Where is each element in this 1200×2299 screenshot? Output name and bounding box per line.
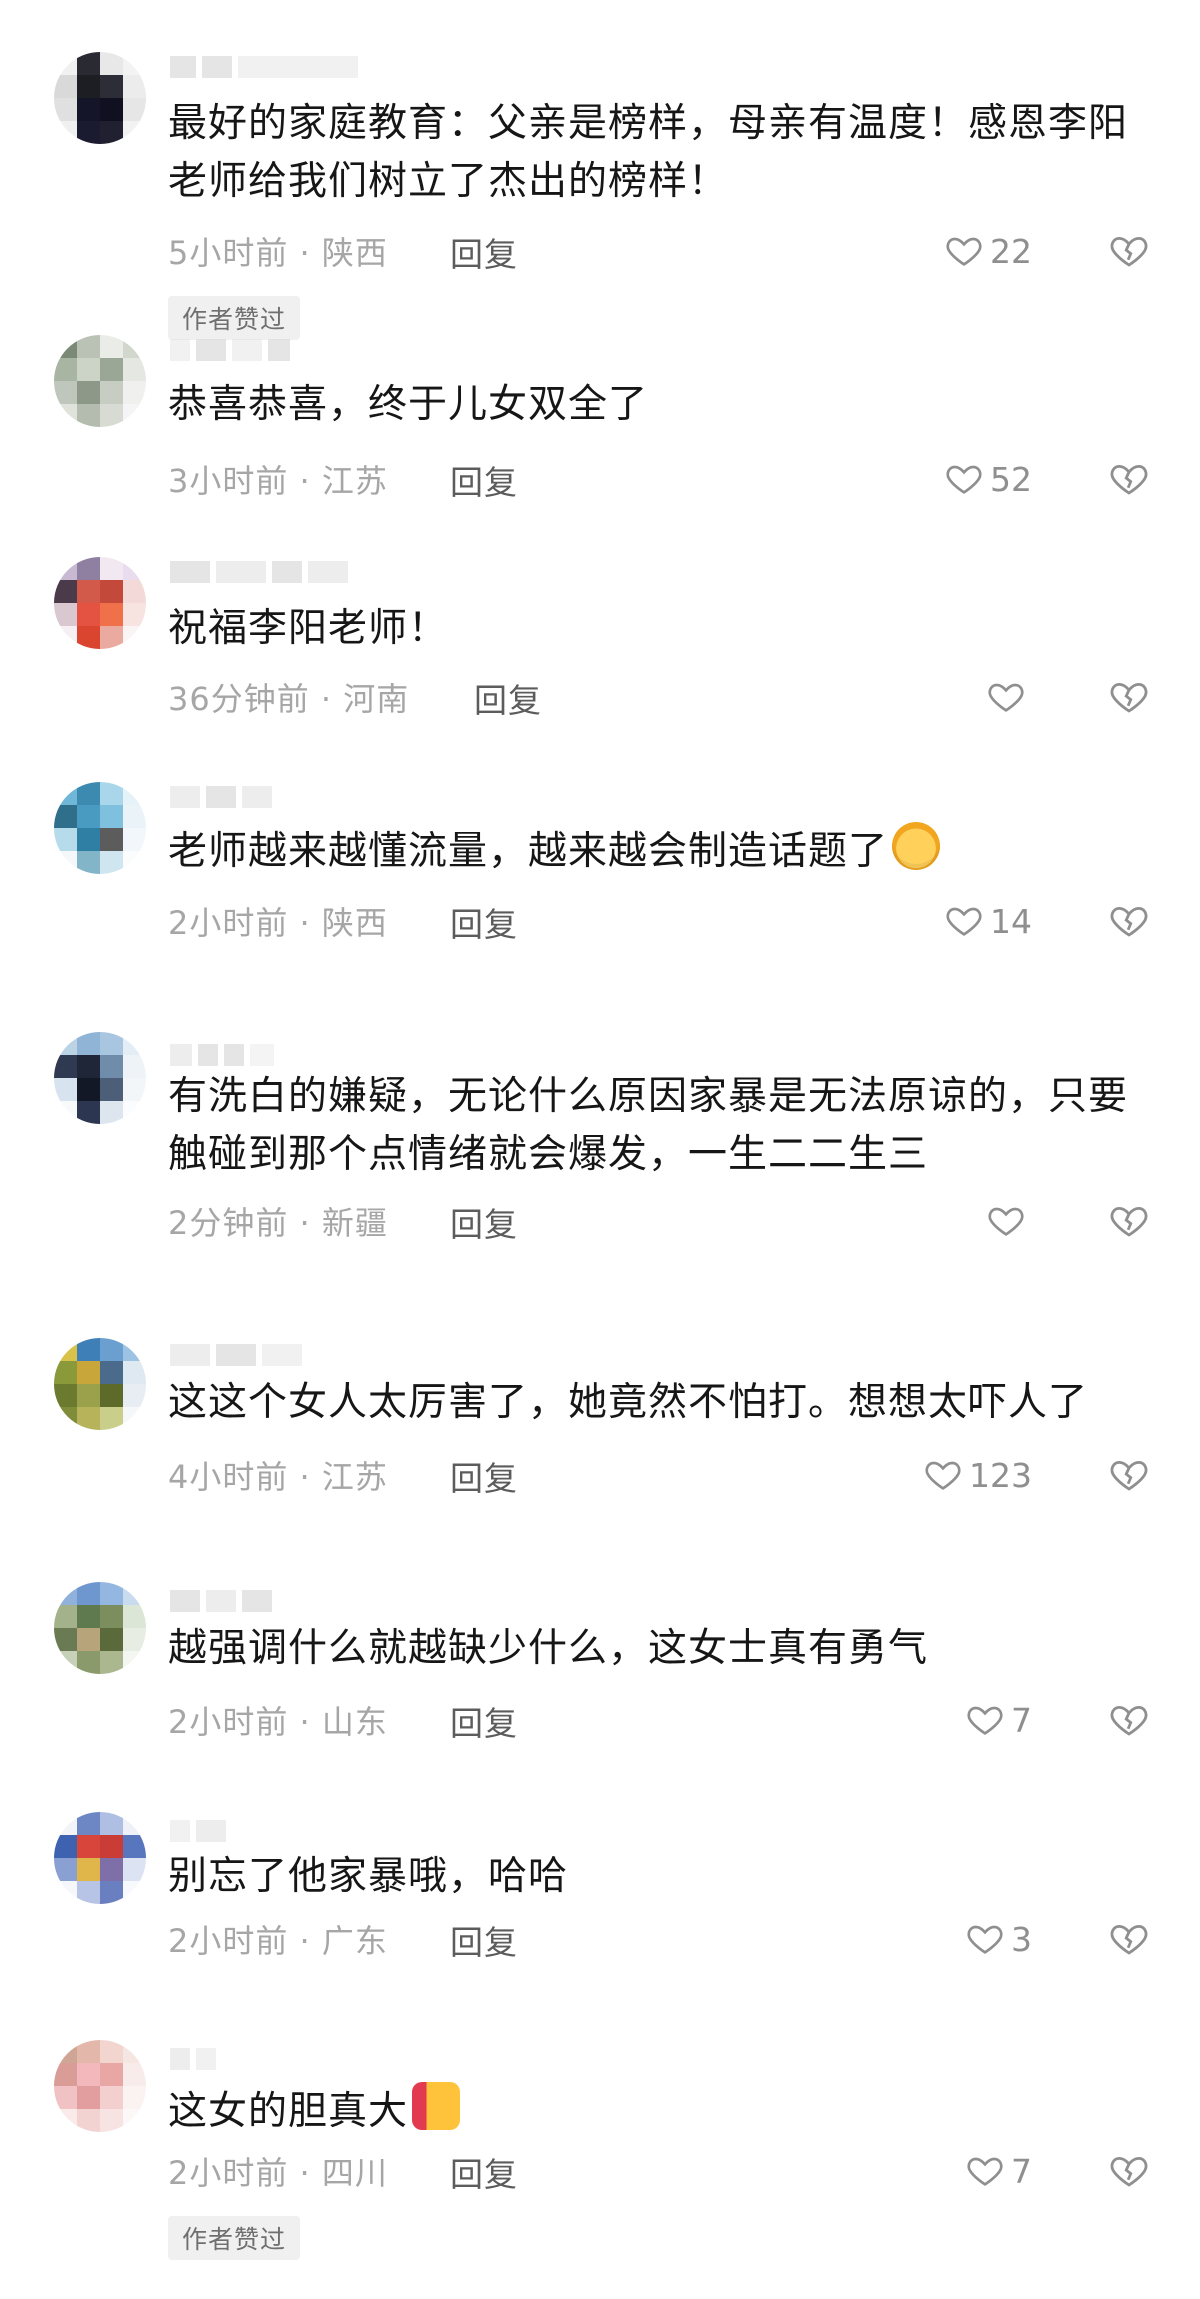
like-count: 7 [1011, 1700, 1032, 1740]
comment-time-location: 2小时前 · 山东 [168, 1703, 388, 1741]
broken-heart-icon[interactable] [1108, 676, 1150, 718]
avatar[interactable] [54, 1582, 146, 1674]
author-liked-badge: 作者赞过 [168, 2216, 301, 2260]
like-count: 52 [990, 459, 1032, 499]
heart-outline-icon [967, 1706, 1003, 1735]
comment-time-location: 4小时前 · 江苏 [168, 1458, 388, 1496]
reply-button[interactable]: 回复 [450, 228, 518, 276]
heart-outline-icon [946, 237, 982, 266]
avatar[interactable] [54, 2040, 146, 2132]
like-button[interactable]: 123 [923, 1452, 1032, 1498]
broken-heart-icon[interactable] [1108, 1454, 1150, 1496]
comment-text: 祝福李阳老师！ [168, 606, 449, 651]
comment-text: 有洗白的嫌疑，无论什么原因家暴是无法原谅的，只要触碰到那个点情绪就会爆发，一生二… [168, 1074, 1129, 1177]
like-button[interactable]: 52 [944, 456, 1032, 502]
like-count: 3 [1011, 1919, 1032, 1959]
broken-heart-icon[interactable] [1108, 1918, 1150, 1960]
username-pixelated[interactable] [170, 1816, 420, 1846]
like-button[interactable] [986, 1198, 1032, 1244]
heart-outline-icon [925, 1461, 961, 1490]
username-pixelated[interactable] [170, 1040, 420, 1070]
like-button[interactable] [986, 674, 1032, 720]
username-pixelated[interactable] [170, 52, 420, 82]
username-pixelated[interactable] [170, 782, 420, 812]
comment-text: 恭喜恭喜，终于儿女双全了 [168, 382, 649, 427]
comment-time-location: 2小时前 · 陕西 [168, 904, 388, 942]
author-liked-badge: 作者赞过 [168, 296, 301, 340]
comment-time-location: 2小时前 · 四川 [168, 2154, 388, 2192]
username-pixelated[interactable] [170, 1340, 420, 1370]
heart-outline-icon [967, 2157, 1003, 2186]
like-button[interactable]: 7 [965, 2148, 1032, 2194]
comment-text: 这女的胆真大 [168, 2082, 1148, 2141]
reply-button[interactable]: 回复 [450, 1697, 518, 1745]
laughing-tears-emoji [892, 822, 941, 870]
reply-button[interactable]: 回复 [450, 456, 518, 504]
avatar[interactable] [54, 52, 146, 144]
comment-text: 老师越来越懂流量，越来越会制造话题了 [168, 822, 1148, 881]
comment-text: 这这个女人太厉害了，她竟然不怕打。想想太吓人了 [168, 1380, 1089, 1425]
reply-button[interactable]: 回复 [450, 1452, 518, 1500]
like-button[interactable]: 14 [944, 898, 1032, 944]
avatar[interactable] [54, 557, 146, 649]
heart-outline-icon [967, 1925, 1003, 1954]
broken-heart-icon[interactable] [1108, 1200, 1150, 1242]
comment-time-location: 5小时前 · 陕西 [168, 234, 388, 272]
comment-time-location: 36分钟前 · 河南 [168, 680, 410, 718]
avatar[interactable] [54, 782, 146, 874]
username-pixelated[interactable] [170, 335, 420, 365]
like-button[interactable]: 22 [944, 228, 1032, 274]
heart-outline-icon [988, 1207, 1024, 1236]
broken-heart-icon[interactable] [1108, 900, 1150, 942]
avatar[interactable] [54, 1032, 146, 1124]
comment-time-location: 3小时前 · 江苏 [168, 462, 388, 500]
broken-heart-icon[interactable] [1108, 2150, 1150, 2192]
avatar[interactable] [54, 335, 146, 427]
broken-heart-icon[interactable] [1108, 230, 1150, 272]
heart-outline-icon [946, 907, 982, 936]
avatar[interactable] [54, 1812, 146, 1904]
heart-outline-icon [946, 465, 982, 494]
comment-text: 别忘了他家暴哦，哈哈 [168, 1854, 569, 1899]
thumbs-up-emoji [412, 2082, 461, 2130]
comment-time-location: 2小时前 · 广东 [168, 1922, 388, 1960]
comment-time-location: 2分钟前 · 新疆 [168, 1204, 388, 1242]
broken-heart-icon[interactable] [1108, 1699, 1150, 1741]
avatar[interactable] [54, 1338, 146, 1430]
username-pixelated[interactable] [170, 557, 420, 587]
reply-button[interactable]: 回复 [450, 1916, 518, 1964]
comment-text-body: 这女的胆真大 [168, 2089, 409, 2134]
like-count: 123 [969, 1455, 1032, 1495]
like-count: 22 [990, 231, 1032, 271]
username-pixelated[interactable] [170, 2044, 420, 2074]
like-button[interactable]: 3 [965, 1916, 1032, 1962]
heart-outline-icon [988, 683, 1024, 712]
like-count: 7 [1011, 2151, 1032, 2191]
like-count: 14 [990, 901, 1032, 941]
comment-text-body: 老师越来越懂流量，越来越会制造话题了 [168, 829, 889, 874]
broken-heart-icon[interactable] [1108, 458, 1150, 500]
username-pixelated[interactable] [170, 1586, 420, 1616]
reply-button[interactable]: 回复 [450, 2148, 518, 2196]
reply-button[interactable]: 回复 [450, 1198, 518, 1246]
reply-button[interactable]: 回复 [474, 674, 542, 722]
reply-button[interactable]: 回复 [450, 898, 518, 946]
comment-text: 越强调什么就越缺少什么，这女士真有勇气 [168, 1626, 929, 1671]
like-button[interactable]: 7 [965, 1697, 1032, 1743]
comment-text: 最好的家庭教育：父亲是榜样，母亲有温度！感恩李阳老师给我们树立了杰出的榜样！ [168, 101, 1129, 204]
